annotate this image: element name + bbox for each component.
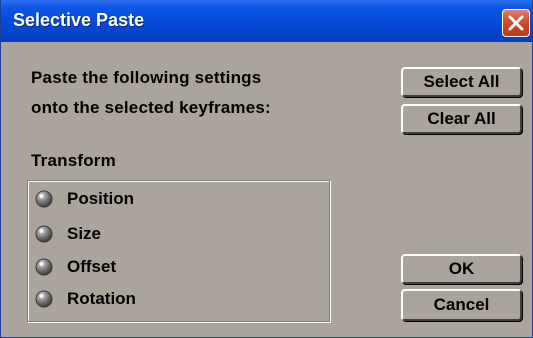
select-all-button[interactable]: Select All [401,67,522,97]
title-bar[interactable]: Selective Paste [1,0,532,42]
transform-group-label: Transform [31,151,116,170]
clear-all-button[interactable]: Clear All [401,104,522,134]
prompt-text-line1: Paste the following settings [31,68,262,87]
option-label: Position [67,189,135,208]
radio-icon[interactable] [35,225,53,243]
option-label: Offset [67,257,117,276]
option-label: Size [67,224,102,243]
selective-paste-dialog: Selective Paste Paste the following sett… [0,0,533,338]
prompt-text-line2: onto the selected keyframes: [31,98,271,117]
ok-button[interactable]: OK [401,254,522,284]
radio-icon[interactable] [35,258,53,276]
radio-icon[interactable] [35,190,53,208]
close-icon [508,15,524,31]
close-button[interactable] [502,9,530,37]
cancel-button[interactable]: Cancel [401,289,522,321]
option-label: Rotation [67,289,136,308]
radio-icon[interactable] [35,290,53,308]
dialog-title: Selective Paste [13,10,145,30]
